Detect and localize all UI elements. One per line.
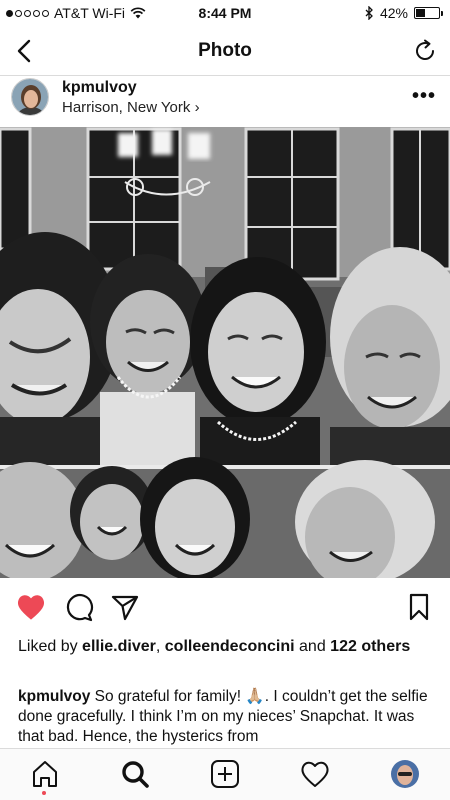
caption-username[interactable]: kpmulvoy [18,688,90,705]
post-photo[interactable] [0,127,450,578]
battery-percent: 42% [379,5,408,21]
nav-bar: Photo [0,26,450,76]
page-title: Photo [198,40,252,61]
avatar[interactable] [11,78,49,116]
post-location[interactable]: Harrison, New York › [62,99,200,116]
add-icon[interactable] [210,759,240,789]
likes-prefix: Liked by [18,638,83,655]
home-notification-dot [42,791,46,795]
likes-summary: Liked by ellie.diver, colleendeconcini a… [18,636,438,657]
status-right: 42% [365,5,443,21]
post-username[interactable]: kpmulvoy [62,79,137,97]
chevron-right-icon: › [194,99,200,116]
bookmark-icon[interactable] [404,592,434,622]
heart-icon[interactable] [300,759,330,789]
likes-and: and [294,638,331,655]
location-label[interactable]: Harrison, New York [62,99,190,116]
bluetooth-icon [365,6,373,20]
likes-sep: , [155,638,165,655]
liker-link-2[interactable]: colleendeconcini [165,638,295,655]
likes-others-link[interactable]: 122 others [330,638,410,655]
search-icon[interactable] [120,759,150,789]
comment-icon[interactable] [64,592,94,622]
tab-bar [0,748,450,800]
post-actions [0,590,450,624]
refresh-icon[interactable] [412,38,438,64]
photo-image [0,127,450,578]
battery-icon [414,7,443,19]
profile-icon[interactable] [390,759,420,789]
share-icon[interactable] [110,592,140,622]
home-icon[interactable] [30,759,60,789]
post-header: kpmulvoy Harrison, New York › ••• [0,76,450,126]
heart-filled-icon[interactable] [16,592,46,622]
post-caption: kpmulvoy So grateful for family! 🙏🏼. I c… [18,687,438,747]
liker-link-1[interactable]: ellie.diver [82,638,156,655]
more-options-button[interactable]: ••• [412,85,436,108]
status-bar: AT&T Wi-Fi 8:44 PM 42% [0,0,450,26]
